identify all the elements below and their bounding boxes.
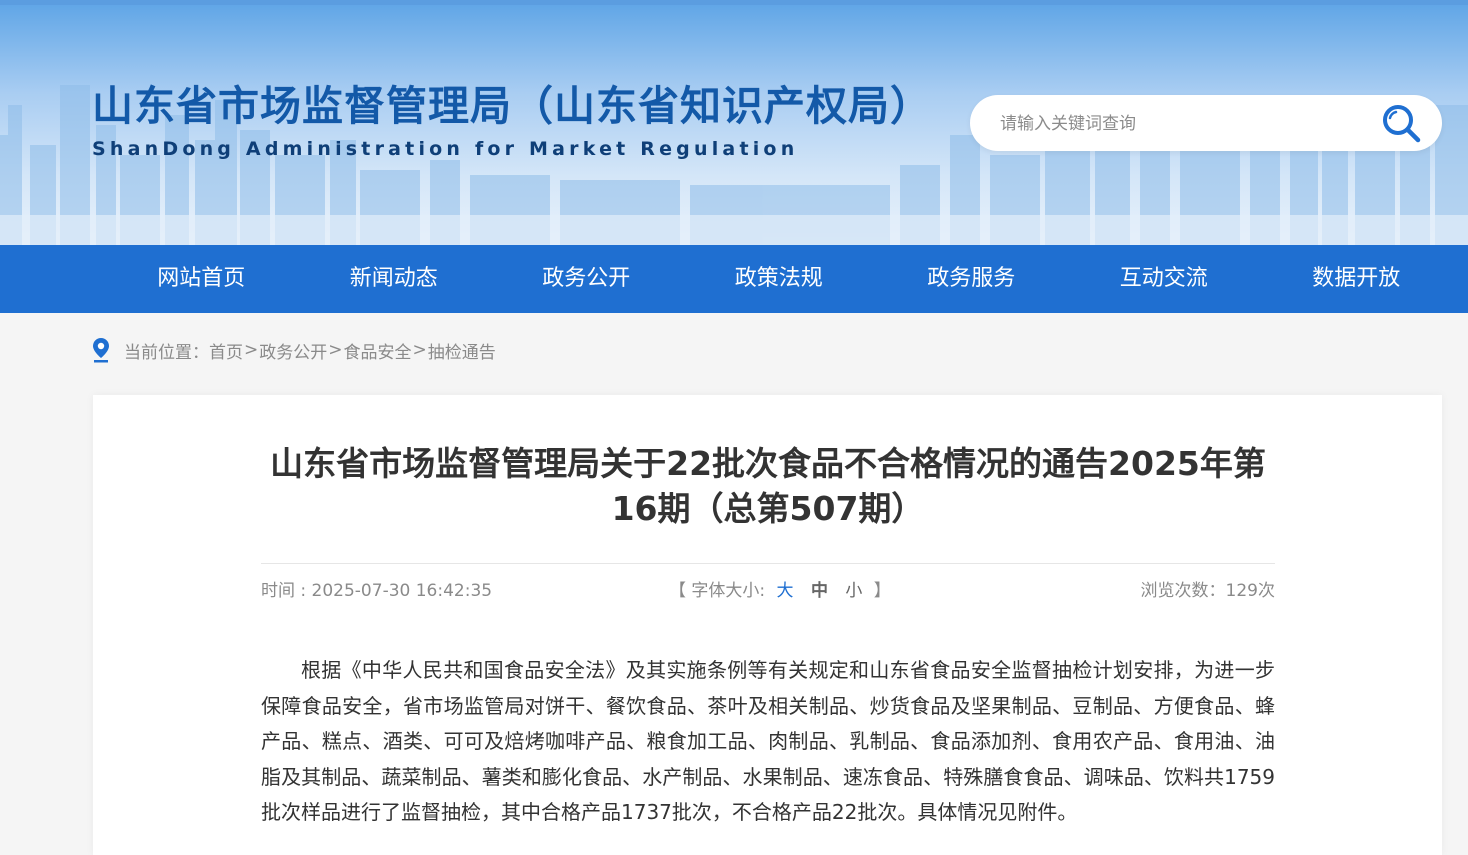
nav-item-government-affairs[interactable]: 政务公开 — [490, 245, 683, 313]
font-size-medium-button[interactable]: 中 — [811, 581, 828, 601]
breadcrumb-prefix: 当前位置： — [124, 342, 209, 363]
site-title: 山东省市场监督管理局（山东省知识产权局） — [92, 82, 932, 130]
nav-item-interaction[interactable]: 互动交流 — [1068, 245, 1261, 313]
view-count: 浏览次数：129次 — [1140, 581, 1275, 601]
article-title: 山东省市场监督管理局关于22批次食品不合格情况的通告2025年第16期（总第50… — [270, 444, 1266, 528]
main-nav: 网站首页 新闻动态 政务公开 政策法规 政务服务 互动交流 数据开放 — [0, 245, 1468, 313]
breadcrumb: 当前位置： 首页 > 政务公开 > 食品安全 > 抽检通告 — [92, 336, 496, 364]
nav-item-services[interactable]: 政务服务 — [875, 245, 1068, 313]
nav-item-open-data[interactable]: 数据开放 — [1260, 245, 1453, 313]
article-card: 山东省市场监督管理局关于22批次食品不合格情况的通告2025年第16期（总第50… — [93, 395, 1442, 855]
location-pin-icon — [93, 338, 109, 363]
header-banner: 山东省市场监督管理局（山东省知识产权局） ShanDong Administra… — [0, 0, 1468, 245]
nav-item-home[interactable]: 网站首页 — [105, 245, 298, 313]
nav-item-news[interactable]: 新闻动态 — [298, 245, 491, 313]
nav-item-policies[interactable]: 政策法规 — [683, 245, 876, 313]
publish-time: 时间 : 2025-07-30 16:42:35 — [261, 581, 493, 601]
font-size-suffix: 】 — [873, 581, 891, 601]
search-input[interactable] — [998, 95, 1362, 153]
font-size-small-button[interactable]: 小 — [845, 581, 862, 601]
breadcrumb-food-safety[interactable]: 食品安全 — [344, 338, 412, 363]
breadcrumb-separator: > — [412, 340, 427, 360]
breadcrumb-government-affairs[interactable]: 政务公开 — [259, 338, 327, 363]
article-body: 根据《中华人民共和国食品安全法》及其实施条例等有关规定和山东省食品安全监督抽检计… — [261, 658, 1275, 824]
font-size-prefix: 【 字体大小: — [669, 581, 766, 601]
font-size-large-button[interactable]: 大 — [777, 581, 794, 601]
breadcrumb-inspection-notices[interactable]: 抽检通告 — [428, 338, 496, 363]
search-box — [970, 95, 1442, 153]
search-icon[interactable] — [1380, 103, 1424, 143]
breadcrumb-separator: > — [244, 340, 259, 360]
site-subtitle: ShanDong Administration for Market Regul… — [92, 138, 799, 160]
font-size-control: 【 字体大小: 大 中 小 】 — [669, 576, 891, 601]
breadcrumb-home[interactable]: 首页 — [209, 338, 243, 363]
breadcrumb-separator: > — [328, 340, 343, 360]
top-accent-line — [0, 0, 1468, 5]
article-meta: 时间 : 2025-07-30 16:42:35 【 字体大小: 大 中 小 】… — [261, 563, 1275, 614]
